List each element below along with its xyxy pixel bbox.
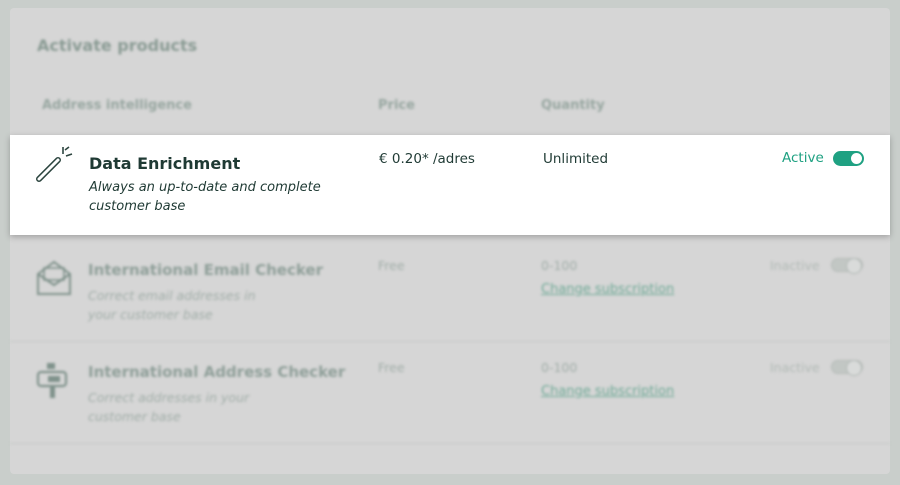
column-header-product: Address intelligence [42, 98, 192, 113]
status-label: Active [782, 150, 824, 166]
email-icon [34, 258, 74, 298]
product-description: Always an up-to-date and complete custom… [89, 180, 321, 214]
product-quantity: Unlimited [543, 151, 609, 167]
magic-wand-icon [34, 145, 74, 185]
change-subscription-link[interactable]: Change subscription [541, 282, 674, 297]
activate-products-panel: Activate products Address intelligence P… [10, 8, 890, 474]
page-title: Activate products [37, 36, 198, 55]
product-quantity: 0-100 [541, 360, 578, 375]
product-price: Free [378, 360, 405, 375]
column-header-price: Price [378, 98, 415, 113]
activation-toggle[interactable] [831, 258, 863, 274]
column-header-quantity: Quantity [541, 98, 605, 113]
mailbox-icon [34, 360, 74, 400]
product-quantity: 0-100 [541, 258, 578, 273]
status-label: Inactive [770, 258, 820, 273]
product-name: International Email Checker [88, 261, 323, 279]
product-name: International Address Checker [88, 363, 346, 381]
product-description: Correct email addresses in your customer… [88, 288, 256, 322]
status-label: Inactive [770, 360, 820, 375]
change-subscription-link[interactable]: Change subscription [541, 384, 674, 399]
product-row-address-checker: International Address Checker Correct ad… [10, 342, 890, 444]
product-name: Data Enrichment [89, 154, 241, 173]
activation-toggle[interactable] [833, 151, 864, 166]
product-price: Free [378, 258, 405, 273]
product-row-email-checker: International Email Checker Correct emai… [10, 240, 890, 342]
product-card-data-enrichment: Data Enrichment Always an up-to-date and… [10, 135, 890, 235]
product-price: € 0.20* /adres [379, 151, 475, 167]
activation-toggle[interactable] [831, 360, 863, 376]
product-description: Correct addresses in your customer base [88, 390, 250, 424]
